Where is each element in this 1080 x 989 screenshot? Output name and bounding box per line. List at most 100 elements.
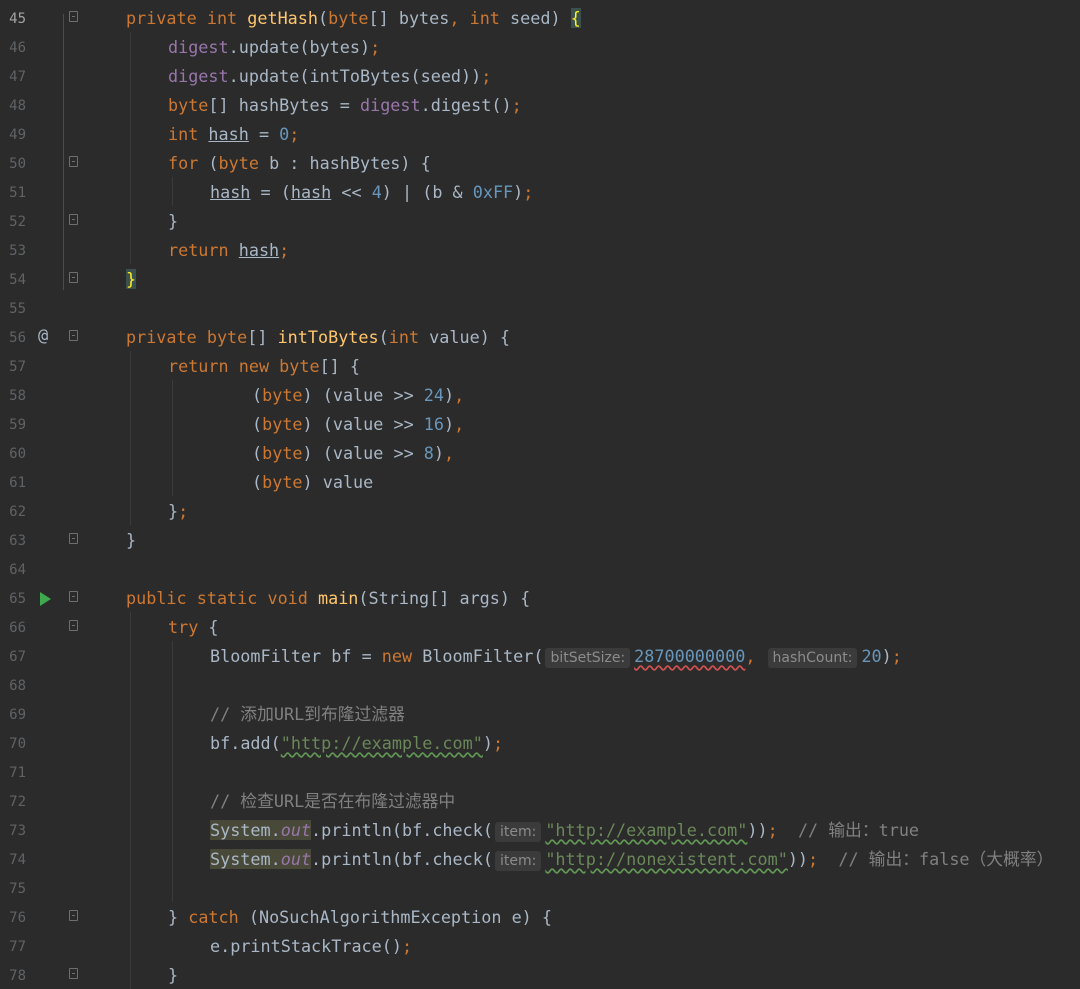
code-text: System.out.println(bf.check(item: "http:/… [210,849,1054,871]
fold-icon[interactable] [69,620,78,631]
code-line-50[interactable]: 50 for (byte b : hashBytes) { [0,149,1080,178]
line-number[interactable]: 66 [0,619,26,637]
fold-icon[interactable] [69,910,78,921]
line-number[interactable]: 56 [0,329,26,347]
code-line-59[interactable]: 59 (byte) (value >> 16), [0,410,1080,439]
line-number[interactable]: 62 [0,503,26,521]
line-number[interactable]: 47 [0,68,26,86]
code-line-67[interactable]: 67 BloomFilter bf = new BloomFilter(bitS… [0,642,1080,671]
code-line-64[interactable]: 64 [0,555,1080,584]
code-line-56[interactable]: 56 @ private byte[] intToBytes(int value… [0,323,1080,352]
fold-icon[interactable] [69,214,78,225]
code-line-78[interactable]: 78 } [0,961,1080,989]
param-hint: item: [494,822,542,842]
line-number[interactable]: 63 [0,532,26,550]
line-number[interactable]: 70 [0,735,26,753]
code-line-70[interactable]: 70 bf.add("http://example.com"); [0,729,1080,758]
line-number[interactable]: 74 [0,851,26,869]
code-line-58[interactable]: 58 (byte) (value >> 24), [0,381,1080,410]
code-line-60[interactable]: 60 (byte) (value >> 8), [0,439,1080,468]
code-line-72[interactable]: 72 // 检查URL是否在布隆过滤器中 [0,787,1080,816]
code-text: try { [168,617,219,637]
line-number[interactable]: 58 [0,387,26,405]
code-line-48[interactable]: 48 byte[] hashBytes = digest.digest(); [0,91,1080,120]
code-text: } [126,530,137,550]
code-line-68[interactable]: 68 [0,671,1080,700]
code-line-57[interactable]: 57 return new byte[] { [0,352,1080,381]
run-icon[interactable] [40,592,51,606]
line-number[interactable]: 69 [0,706,26,724]
line-number[interactable]: 61 [0,474,26,492]
code-line-53[interactable]: 53 return hash; [0,236,1080,265]
code-comment: // 添加URL到布隆过滤器 [210,704,405,724]
line-number[interactable]: 77 [0,938,26,956]
line-number[interactable]: 60 [0,445,26,463]
code-line-54[interactable]: 54 } [0,265,1080,294]
code-text: byte[] hashBytes = digest.digest(); [168,95,522,115]
code-text: System.out.println(bf.check(item: "http:/… [210,820,920,842]
code-line-63[interactable]: 63 } [0,526,1080,555]
code-line-66[interactable]: 66 try { [0,613,1080,642]
line-number[interactable]: 78 [0,967,26,985]
line-number[interactable]: 68 [0,677,26,695]
code-line-45[interactable]: 45 private int getHash(byte[] bytes, int… [0,4,1080,33]
line-number[interactable]: 55 [0,300,26,318]
code-line-74[interactable]: 74 System.out.println(bf.check(item: "htt… [0,845,1080,874]
line-number[interactable]: 73 [0,822,26,840]
line-number[interactable]: 72 [0,793,26,811]
code-text: (byte) (value >> 24), [252,385,465,405]
code-line-47[interactable]: 47 digest.update(intToBytes(seed)); [0,62,1080,91]
code-text: int hash = 0; [168,124,300,144]
code-line-49[interactable]: 49 int hash = 0; [0,120,1080,149]
fold-icon[interactable] [69,533,78,544]
line-number[interactable]: 49 [0,126,26,144]
code-line-69[interactable]: 69 // 添加URL到布隆过滤器 [0,700,1080,729]
code-text: (byte) (value >> 16), [252,414,465,434]
code-line-46[interactable]: 46 digest.update(bytes); [0,33,1080,62]
param-hint: hashCount: [767,648,858,668]
line-number[interactable]: 64 [0,561,26,579]
code-text: private int getHash(byte[] bytes, int se… [126,8,581,28]
line-number[interactable]: 71 [0,764,26,782]
code-line-76[interactable]: 76 } catch (NoSuchAlgorithmException e) … [0,903,1080,932]
code-text: return new byte[] { [168,356,360,376]
line-number[interactable]: 53 [0,242,26,260]
line-number[interactable]: 76 [0,909,26,927]
param-hint: item: [494,851,542,871]
code-line-71[interactable]: 71 [0,758,1080,787]
fold-icon[interactable] [69,968,78,979]
line-number[interactable]: 75 [0,880,26,898]
line-number[interactable]: 67 [0,648,26,666]
code-line-52[interactable]: 52 } [0,207,1080,236]
line-number[interactable]: 50 [0,155,26,173]
fold-icon[interactable] [69,11,78,22]
line-number[interactable]: 45 [0,10,26,28]
fold-icon[interactable] [69,591,78,602]
code-editor[interactable]: 45 private int getHash(byte[] bytes, int… [0,0,1080,989]
line-number[interactable]: 52 [0,213,26,231]
fold-icon[interactable] [69,272,78,283]
line-number[interactable]: 57 [0,358,26,376]
code-text: bf.add("http://example.com"); [210,733,504,753]
code-text: private byte[] intToBytes(int value) { [126,327,510,347]
code-line-65[interactable]: 65 public static void main(String[] args… [0,584,1080,613]
line-number[interactable]: 59 [0,416,26,434]
code-text: }; [168,501,189,521]
fold-icon[interactable] [69,330,78,341]
implements-icon[interactable]: @ [38,326,56,346]
code-text: public static void main(String[] args) { [126,588,531,608]
line-number[interactable]: 51 [0,184,26,202]
code-line-51[interactable]: 51 hash = (hash << 4) | (b & 0xFF); [0,178,1080,207]
code-line-77[interactable]: 77 e.printStackTrace(); [0,932,1080,961]
line-number[interactable]: 54 [0,271,26,289]
code-line-61[interactable]: 61 (byte) value [0,468,1080,497]
code-line-73[interactable]: 73 System.out.println(bf.check(item: "htt… [0,816,1080,845]
fold-icon[interactable] [69,156,78,167]
line-number[interactable]: 48 [0,97,26,115]
code-comment: // 检查URL是否在布隆过滤器中 [210,791,456,811]
code-line-75[interactable]: 75 [0,874,1080,903]
line-number[interactable]: 46 [0,39,26,57]
code-line-62[interactable]: 62 }; [0,497,1080,526]
line-number[interactable]: 65 [0,590,26,608]
code-line-55[interactable]: 55 [0,294,1080,323]
